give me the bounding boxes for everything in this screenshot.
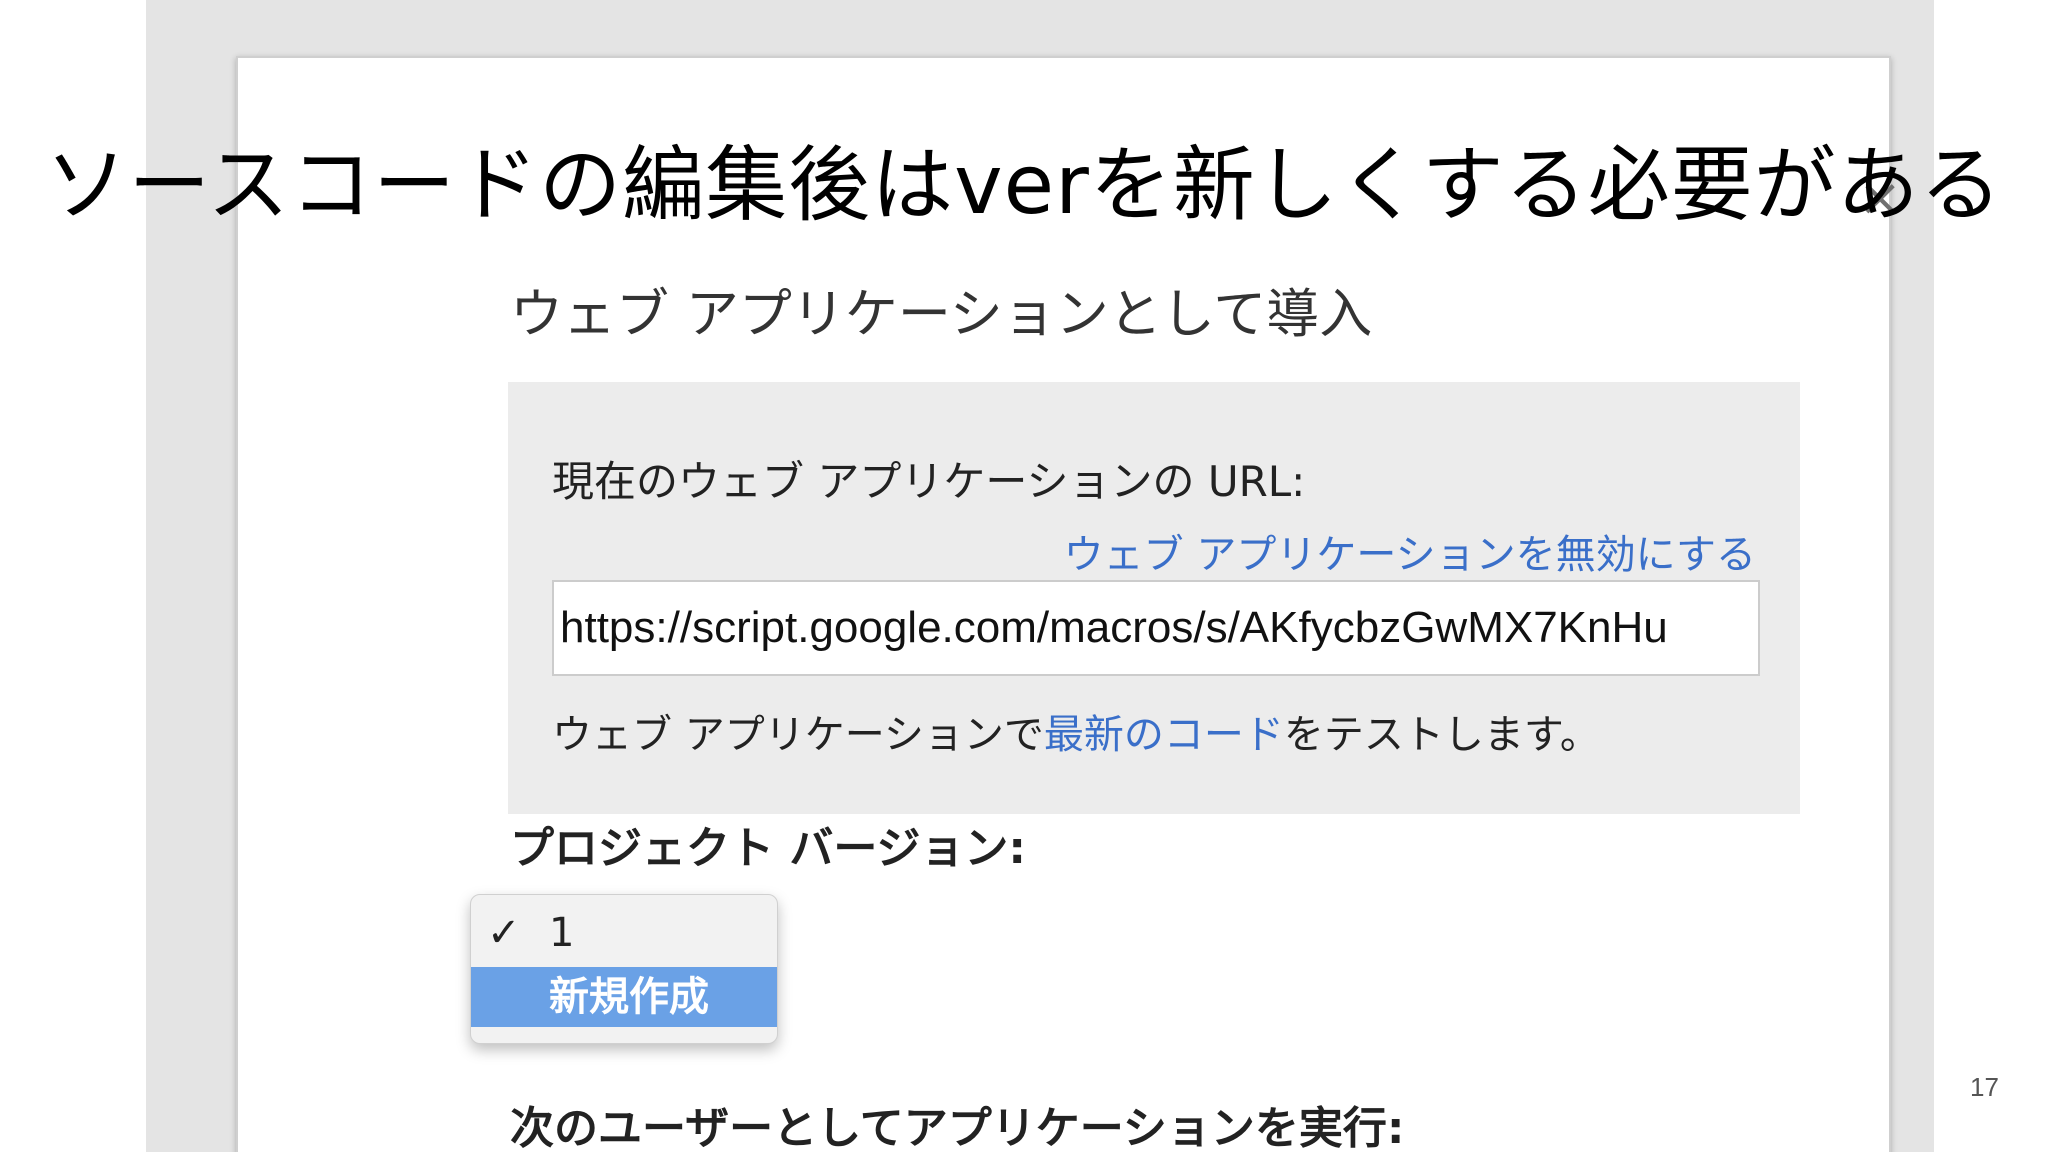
project-version-dropdown[interactable]: ✓ 1 新規作成: [470, 894, 778, 1044]
current-url-panel: 現在のウェブ アプリケーションの URL: ウェブ アプリケーションを無効にする…: [508, 382, 1800, 814]
test-code-suffix: をテストします。: [1283, 712, 1600, 758]
checkmark-icon: ✓: [487, 910, 521, 956]
run-as-label: 次のユーザーとしてアプリケーションを実行:: [510, 1103, 1405, 1152]
version-option-label: 1: [549, 910, 575, 956]
web-app-url-field[interactable]: https://script.google.com/macros/s/AKfyc…: [552, 580, 1760, 676]
page-number: 17: [1970, 1072, 1999, 1102]
latest-code-link[interactable]: 最新のコード: [1044, 712, 1284, 758]
project-version-label: プロジェクト バージョン:: [510, 823, 1027, 874]
version-option-new[interactable]: 新規作成: [471, 967, 777, 1027]
dialog-title: ウェブ アプリケーションとして導入: [510, 284, 1373, 345]
version-option-1[interactable]: ✓ 1: [471, 903, 777, 963]
test-code-text: ウェブ アプリケーションで最新のコードをテストします。: [552, 702, 1600, 760]
slide-title: ソースコードの編集後はverを新しくする必要がある: [45, 138, 2003, 233]
version-option-label: 新規作成: [549, 974, 709, 1020]
test-code-prefix: ウェブ アプリケーションで: [552, 712, 1044, 758]
disable-web-app-link[interactable]: ウェブ アプリケーションを無効にする: [1064, 522, 1756, 580]
current-url-label: 現在のウェブ アプリケーションの URL:: [552, 457, 1306, 506]
